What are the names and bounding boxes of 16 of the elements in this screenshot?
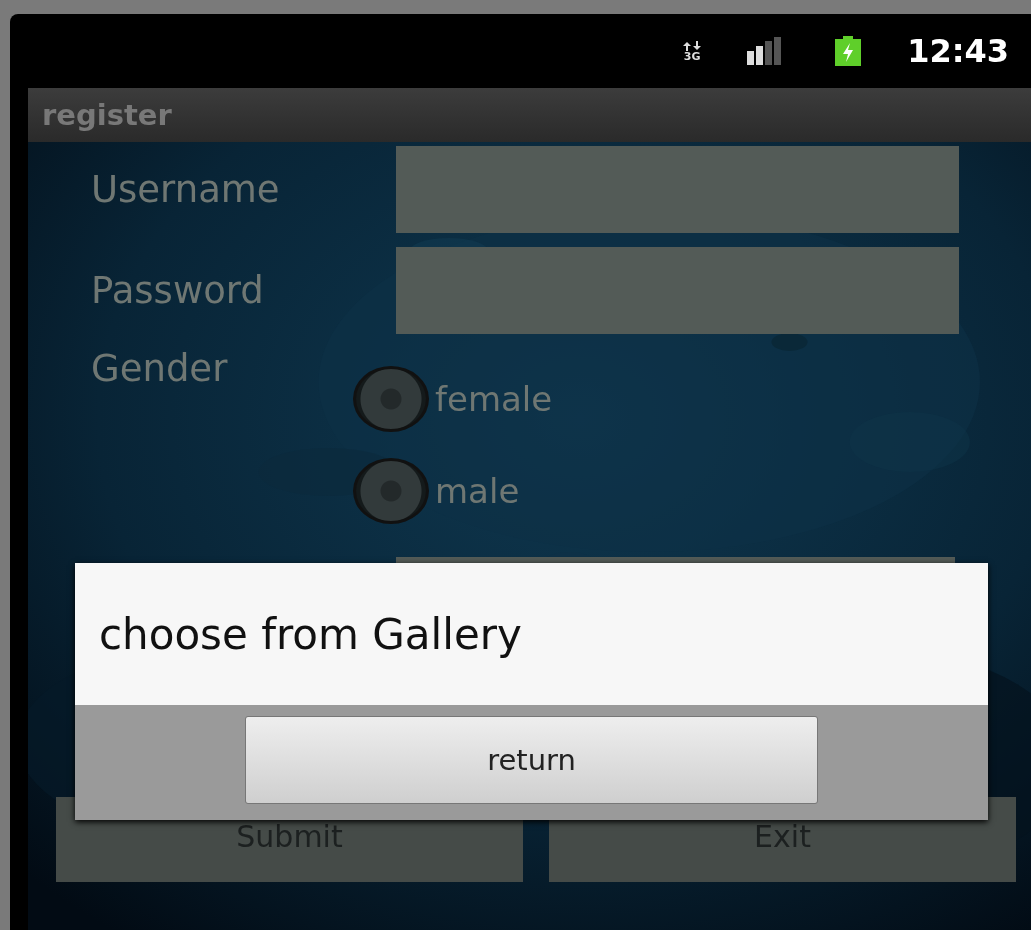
window-title: register bbox=[42, 98, 172, 132]
field-label: Gender bbox=[91, 347, 229, 390]
clock: 12:43 bbox=[907, 32, 1009, 70]
input-field[interactable] bbox=[396, 247, 959, 334]
signal-icon bbox=[747, 37, 782, 65]
input-field[interactable] bbox=[396, 557, 955, 563]
field-label: Username bbox=[91, 168, 281, 211]
battery-charging-icon bbox=[835, 36, 862, 66]
radio-option[interactable]: male bbox=[353, 458, 553, 524]
return-button[interactable]: return bbox=[245, 716, 818, 804]
dialog-message: choose from Gallery bbox=[75, 563, 988, 705]
field-label: Password bbox=[91, 269, 265, 312]
input-field[interactable] bbox=[396, 146, 959, 233]
data-arrows-icon bbox=[682, 40, 703, 51]
network-type: 3G bbox=[683, 50, 701, 62]
radio-option[interactable]: female bbox=[353, 366, 553, 432]
